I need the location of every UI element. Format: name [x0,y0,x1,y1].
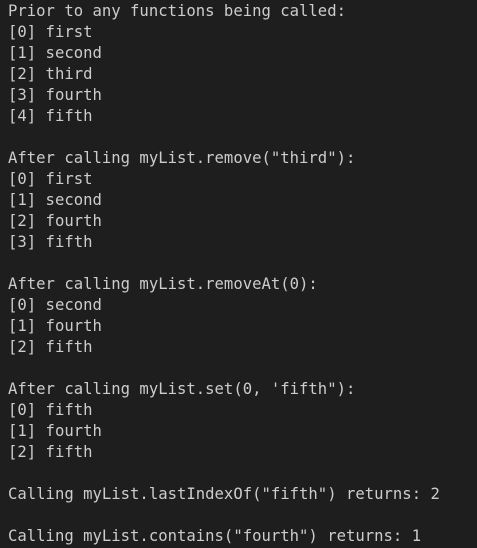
terminal-line: [1] second [8,191,102,209]
terminal-line: [0] fifth [8,401,93,419]
terminal-line: [4] fifth [8,107,93,125]
terminal-line: [2] fourth [8,212,102,230]
terminal-line: [0] second [8,296,102,314]
terminal-line: [0] first [8,170,93,188]
terminal-line: [2] third [8,65,93,83]
terminal-line: [1] second [8,44,102,62]
terminal-line: [3] fourth [8,86,102,104]
terminal-line: [3] fifth [8,233,93,251]
terminal-line: Calling myList.contains("fourth") return… [8,527,422,545]
terminal-line: After calling myList.set(0, 'fifth"): [8,380,356,398]
terminal-line: Prior to any functions being called: [8,2,346,20]
terminal-line: [1] fourth [8,422,102,440]
terminal-line: Calling myList.lastIndexOf("fifth") retu… [8,485,440,503]
terminal-line: After calling myList.remove("third"): [8,149,356,167]
terminal-output: Prior to any functions being called: [0]… [0,0,477,548]
terminal-line: [1] fourth [8,317,102,335]
terminal-line: [2] fifth [8,443,93,461]
terminal-line: [2] fifth [8,338,93,356]
terminal-line: [0] first [8,23,93,41]
terminal-line: After calling myList.removeAt(0): [8,275,318,293]
